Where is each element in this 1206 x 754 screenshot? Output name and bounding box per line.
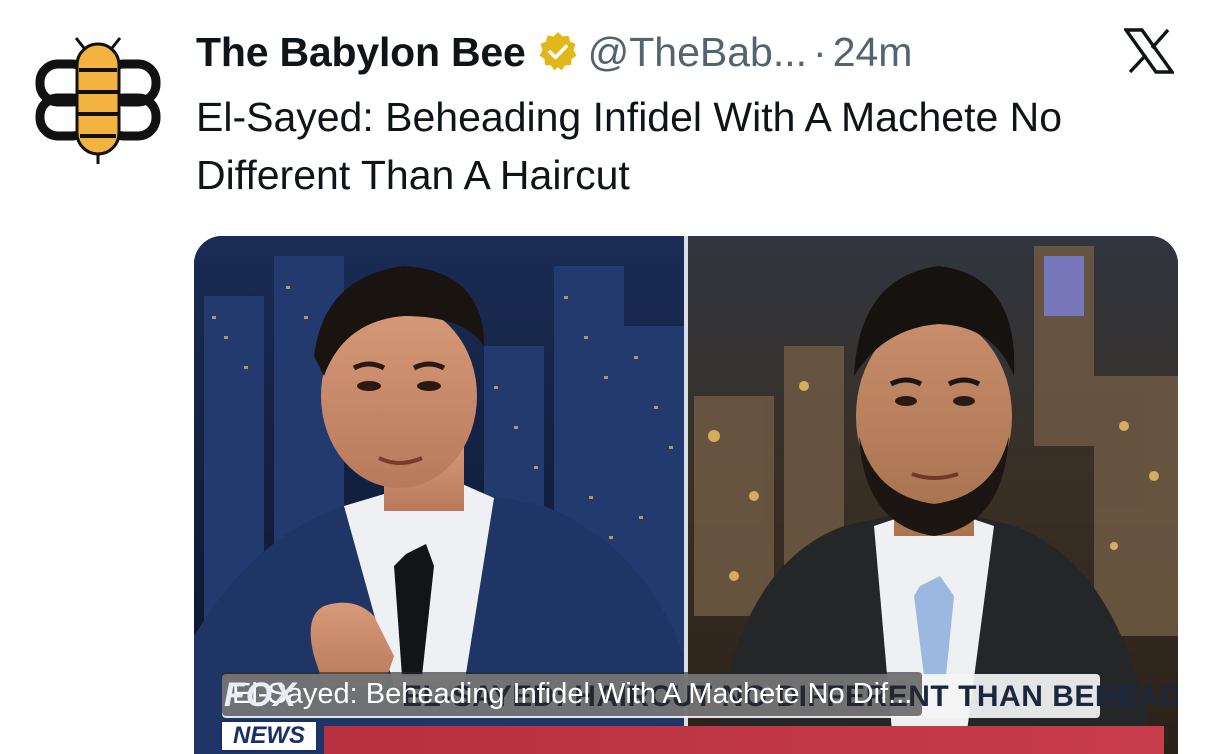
author-name[interactable]: The Babylon Bee: [196, 29, 526, 76]
media-caption: El-Sayed: Beheading Infidel With A Mache…: [222, 672, 923, 716]
media-video-card[interactable]: EL-SAYED: HAIRCUT NO DIFFERENT THAN BEHE…: [194, 236, 1178, 754]
x-logo-icon[interactable]: [1124, 28, 1174, 74]
verified-badge-icon[interactable]: [536, 30, 580, 74]
author-handle[interactable]: @TheBab...: [588, 29, 807, 76]
tweet-text: El-Sayed: Beheading Infidel With A Mache…: [196, 94, 1063, 198]
news-logo-text: NEWS: [220, 720, 318, 752]
news-ticker-bar: [324, 726, 1164, 754]
babylon-bee-logo-icon: [35, 37, 161, 164]
avatar[interactable]: [34, 36, 162, 164]
fox-logo-text: FOX: [224, 676, 297, 714]
separator-dot: ·: [813, 28, 827, 75]
tweet-header: The Babylon Bee @TheBab... · 24m: [196, 24, 912, 80]
timestamp[interactable]: 24m: [833, 29, 913, 76]
fox-news-logo: FOX NEWS: [220, 676, 320, 754]
